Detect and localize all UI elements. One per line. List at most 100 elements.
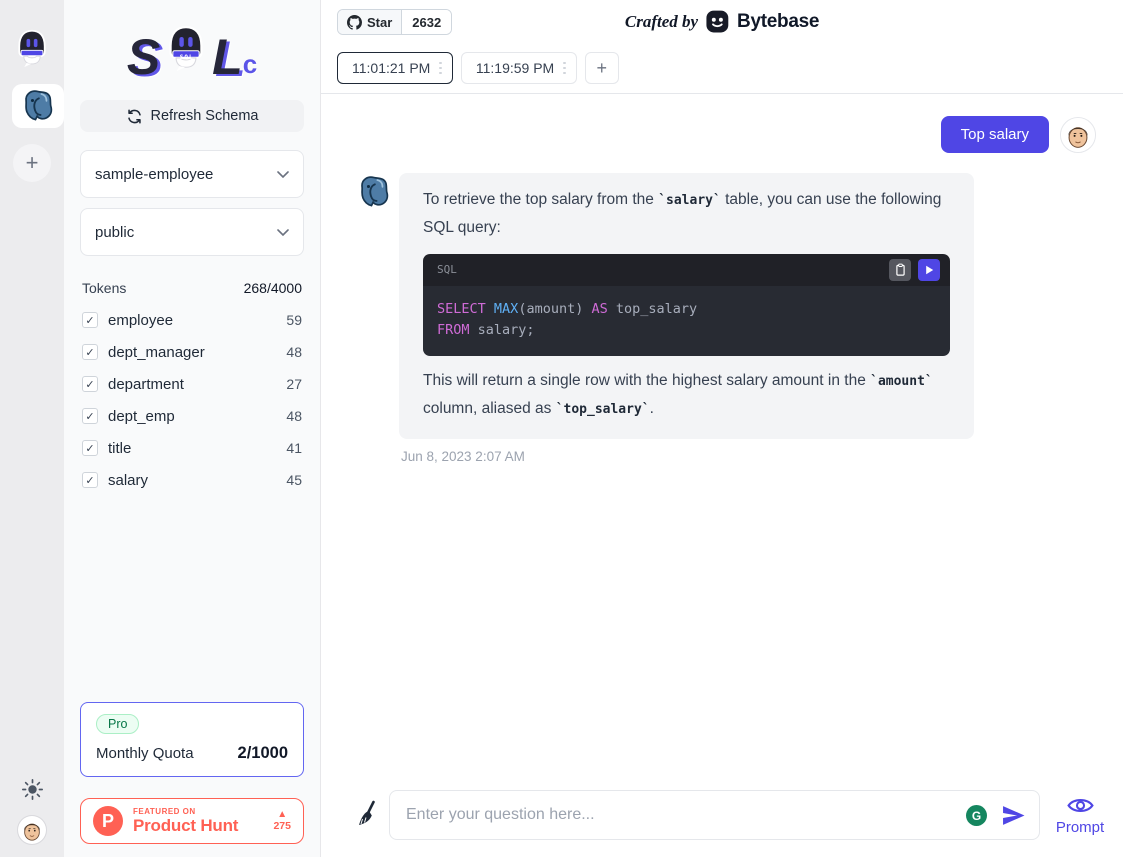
- header: Star 2632 Crafted by Bytebase: [321, 0, 1123, 94]
- logo-letter-l: L: [212, 35, 243, 80]
- table-checkbox[interactable]: ✓: [82, 472, 98, 488]
- refresh-schema-label: Refresh Schema: [151, 108, 259, 124]
- assistant-message-row: To retrieve the top salary from the `sal…: [357, 173, 1096, 439]
- user-avatar: [1060, 117, 1096, 153]
- postgres-elephant-icon: [21, 89, 55, 123]
- tab-menu-kebab-icon[interactable]: [439, 62, 442, 75]
- conversation-tab[interactable]: 11:19:59 PM: [461, 52, 577, 84]
- clipboard-icon: [893, 262, 908, 277]
- conversation-tab-active[interactable]: 11:01:21 PM: [337, 52, 453, 84]
- play-icon: [922, 263, 936, 277]
- table-name: salary: [108, 472, 276, 489]
- question-input[interactable]: [390, 791, 1039, 839]
- tab-menu-kebab-icon[interactable]: [563, 62, 566, 75]
- sqlchat-bot-avatar[interactable]: [13, 28, 51, 68]
- table-row: ✓ employee 59: [80, 304, 304, 336]
- prompt-label: Prompt: [1056, 819, 1104, 836]
- table-row: ✓ salary 45: [80, 464, 304, 496]
- eye-icon: [1067, 795, 1094, 816]
- schema-select-value: public: [95, 224, 134, 241]
- table-token-count: 27: [286, 376, 302, 392]
- assistant-text-intro: To retrieve the top salary from the `sal…: [423, 186, 950, 242]
- github-star-count: 2632: [402, 10, 451, 34]
- tab-label: 11:01:21 PM: [352, 60, 430, 76]
- table-row: ✓ title 41: [80, 432, 304, 464]
- sqlchat-logo: S SQL L c: [80, 6, 304, 80]
- tokens-label: Tokens: [82, 280, 126, 296]
- prompt-button[interactable]: Prompt: [1049, 795, 1111, 836]
- github-icon: [347, 15, 362, 30]
- table-checkbox[interactable]: ✓: [82, 312, 98, 328]
- tokens-row: Tokens 268/4000: [82, 280, 302, 296]
- chevron-down-icon: [277, 229, 289, 236]
- table-name: title: [108, 440, 276, 457]
- add-connection-button[interactable]: +: [13, 144, 51, 182]
- table-name: dept_manager: [108, 344, 276, 361]
- logo-robot-icon: SQL: [164, 18, 208, 80]
- sql-chat-app: + S SQL L c: [0, 0, 1123, 857]
- logo-letter-c: c: [243, 49, 257, 80]
- assistant-text-outro: This will return a single row with the h…: [423, 367, 950, 423]
- product-hunt-featured-label: FEATURED ON: [133, 807, 263, 816]
- table-checkbox[interactable]: ✓: [82, 440, 98, 456]
- table-name: dept_emp: [108, 408, 276, 425]
- grammarly-icon[interactable]: G: [966, 805, 987, 826]
- inline-code-amount: `amount`: [870, 374, 933, 389]
- table-token-count: 59: [286, 312, 302, 328]
- chevron-down-icon: [277, 171, 289, 178]
- assistant-avatar-postgres: [357, 175, 391, 209]
- copy-code-button[interactable]: [889, 259, 911, 281]
- inline-code-salary: `salary`: [658, 193, 721, 208]
- database-select-value: sample-employee: [95, 166, 213, 183]
- pro-badge: Pro: [96, 714, 139, 734]
- crafted-by[interactable]: Crafted by Bytebase: [625, 9, 819, 34]
- github-star-button[interactable]: Star 2632: [337, 9, 452, 35]
- product-hunt-upvotes: ▲ 275: [273, 810, 291, 832]
- code-block-header: SQL: [423, 254, 950, 286]
- bytebase-wordmark: Bytebase: [737, 11, 819, 33]
- product-hunt-logo: P: [93, 806, 123, 836]
- upvote-triangle-icon: ▲: [277, 810, 287, 820]
- send-button[interactable]: [1002, 805, 1025, 826]
- table-list: ✓ employee 59 ✓ dept_manager 48 ✓ depart…: [80, 304, 304, 496]
- product-hunt-badge[interactable]: P FEATURED ON Product Hunt ▲ 275: [80, 798, 304, 844]
- refresh-icon: [126, 108, 143, 125]
- send-icon: [1002, 805, 1025, 826]
- table-token-count: 45: [286, 472, 302, 488]
- user-message-row: Top salary: [357, 116, 1096, 153]
- clear-conversation-button[interactable]: [356, 800, 380, 830]
- table-token-count: 48: [286, 408, 302, 424]
- table-checkbox[interactable]: ✓: [82, 376, 98, 392]
- theme-toggle-button[interactable]: [22, 779, 43, 801]
- new-conversation-button[interactable]: +: [585, 52, 619, 84]
- quota-card: Pro Monthly Quota 2/1000: [80, 702, 304, 777]
- logo-band-text: SQL: [173, 54, 200, 61]
- rail-top: +: [0, 28, 64, 182]
- quota-label: Monthly Quota: [96, 745, 194, 762]
- main-panel: Star 2632 Crafted by Bytebase: [320, 0, 1123, 857]
- chat-area: Top salary To retrieve the top salary fr…: [321, 94, 1123, 790]
- tab-label: 11:19:59 PM: [476, 60, 554, 76]
- question-input-wrap: G: [389, 790, 1040, 840]
- table-checkbox[interactable]: ✓: [82, 408, 98, 424]
- table-checkbox[interactable]: ✓: [82, 344, 98, 360]
- tokens-value: 268/4000: [244, 280, 302, 296]
- broom-icon: [356, 800, 380, 828]
- sql-code-block: SQL: [423, 254, 950, 356]
- account-avatar[interactable]: [17, 815, 47, 845]
- postgres-connection-item[interactable]: [12, 84, 64, 128]
- table-row: ✓ department 27: [80, 368, 304, 400]
- sun-icon: [22, 779, 43, 800]
- table-name: department: [108, 376, 276, 393]
- inline-code-top-salary: `top_salary`: [556, 402, 650, 417]
- table-token-count: 41: [286, 440, 302, 456]
- schema-select[interactable]: public: [80, 208, 304, 256]
- refresh-schema-button[interactable]: Refresh Schema: [80, 100, 304, 132]
- run-query-button[interactable]: [918, 259, 940, 281]
- assistant-message-bubble: To retrieve the top salary from the `sal…: [399, 173, 974, 439]
- message-timestamp: Jun 8, 2023 2:07 AM: [401, 449, 1096, 464]
- sql-code[interactable]: SELECT MAX(amount) AS top_salaryFROM sal…: [423, 286, 950, 356]
- github-star-label: Star: [367, 15, 392, 30]
- database-select[interactable]: sample-employee: [80, 150, 304, 198]
- logo-letter-s: S: [127, 35, 160, 80]
